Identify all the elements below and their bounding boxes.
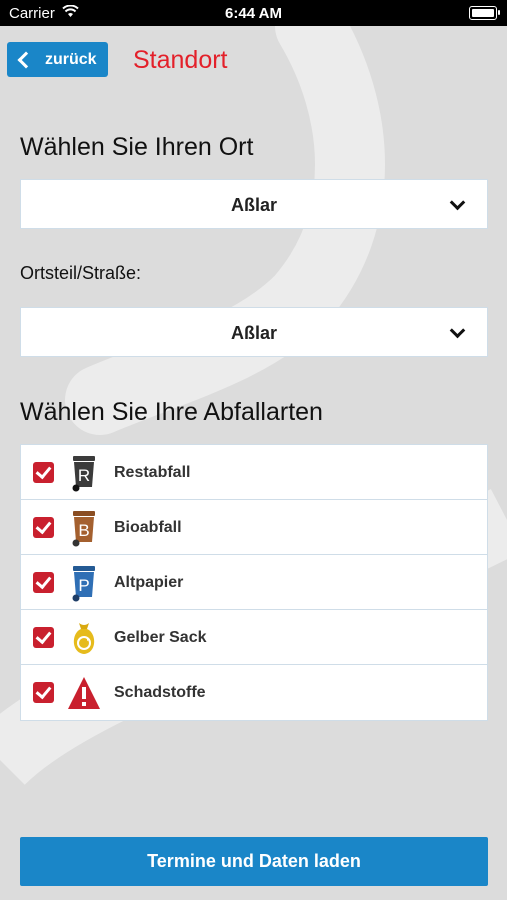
chevron-left-icon (17, 51, 35, 68)
waste-item-label: Restabfall (114, 464, 191, 481)
waste-item-altpapier[interactable]: P Altpapier (21, 555, 487, 610)
bioabfall-bin-icon: B (72, 511, 95, 547)
waste-heading: Wählen Sie Ihre Abfallarten (20, 398, 323, 426)
waste-item-label: Bioabfall (114, 519, 182, 536)
waste-item-label: Altpapier (114, 574, 184, 591)
checkbox-checked[interactable] (33, 627, 54, 648)
back-button[interactable]: zurück (7, 42, 108, 77)
checkbox-checked[interactable] (33, 572, 54, 593)
place-select-value: Aßlar (230, 195, 277, 215)
waste-item-restabfall[interactable]: R Restabfall (21, 445, 487, 500)
status-time: 6:44 AM (225, 5, 282, 22)
status-bar: Carrier 6:44 AM (0, 0, 507, 26)
altpapier-bin-icon: P (72, 566, 95, 602)
waste-item-label: Schadstoffe (114, 684, 206, 701)
load-dates-button[interactable]: Termine und Daten laden (20, 837, 488, 886)
svg-text:B: B (78, 521, 89, 540)
waste-item-gelber-sack[interactable]: Gelber Sack (21, 610, 487, 665)
location-heading: Wählen Sie Ihren Ort (20, 133, 254, 161)
gelber-sack-icon (73, 623, 95, 654)
schadstoffe-warning-icon (68, 677, 100, 709)
waste-item-bioabfall[interactable]: B Bioabfall (21, 500, 487, 555)
restabfall-bin-icon: R (72, 456, 95, 492)
back-button-label: zurück (45, 50, 97, 68)
district-select-value: Aßlar (230, 323, 277, 343)
waste-item-schadstoffe[interactable]: Schadstoffe (21, 665, 487, 720)
place-select[interactable]: Aßlar (20, 179, 488, 229)
district-select[interactable]: Aßlar (20, 307, 488, 357)
checkbox-checked[interactable] (33, 462, 54, 483)
page-title: Standort (133, 46, 228, 74)
district-label: Ortsteil/Straße: (20, 263, 142, 283)
battery-icon (469, 6, 500, 20)
checkbox-checked[interactable] (33, 517, 54, 538)
checkbox-checked[interactable] (33, 682, 54, 703)
svg-text:R: R (78, 466, 90, 485)
waste-item-label: Gelber Sack (114, 629, 207, 646)
svg-text:P: P (78, 576, 89, 595)
waste-type-list: R Restabfall B Bioabfall P Altpapier Gel… (20, 444, 488, 721)
